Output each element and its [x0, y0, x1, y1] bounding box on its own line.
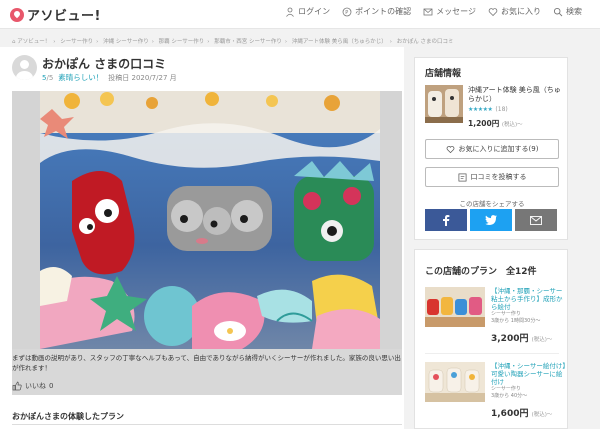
shop-price-value: 1,200円	[468, 119, 500, 128]
twitter-icon	[485, 215, 497, 225]
heart-plus-icon	[446, 145, 454, 153]
shop-info-heading: 店舗情報	[425, 69, 462, 79]
facebook-share-button[interactable]	[425, 209, 467, 231]
nav-messages-label: メッセージ	[436, 7, 476, 16]
plan-thumbnail	[425, 362, 485, 402]
plan-price-value: 3,200円	[491, 334, 529, 344]
nav-favorites[interactable]: お気に入り	[488, 6, 541, 17]
shop-price: 1,200円 (税込)～	[468, 118, 523, 129]
breadcrumb-item[interactable]: 那覇市・西宮 シーサー作り	[214, 39, 282, 45]
mail-icon	[423, 8, 433, 15]
nav-login[interactable]: ログイン	[285, 6, 330, 17]
review-panel: おかぽん さまの口コミ 5/5 素晴らしい！ 投稿日 2020/7/27 月 ま…	[0, 47, 404, 429]
plan-price: 3,200円 (税込)～	[491, 331, 552, 344]
breadcrumb-current: おかぽん さまの口コミ	[396, 39, 454, 45]
site-header: アソビュー! ログイン P ポイントの確認 メッセージ お気に入り 検索	[0, 0, 600, 29]
share-buttons	[425, 209, 557, 231]
like-count: 0	[49, 382, 54, 390]
add-favorite-label: お気に入りに追加する(9)	[458, 145, 539, 153]
nav-search[interactable]: 検索	[553, 6, 582, 17]
plan-price-value: 1,600円	[491, 409, 529, 419]
home-icon: ⌂	[12, 39, 16, 45]
logo-mark-icon	[10, 7, 24, 22]
review-meta: 5/5 素晴らしい！ 投稿日 2020/7/27 月	[42, 72, 177, 83]
twitter-share-button[interactable]	[470, 209, 512, 231]
review-edit-icon	[458, 173, 466, 181]
nav-search-label: 検索	[566, 7, 582, 16]
review-count: (18)	[495, 106, 508, 113]
nav-points-label: ポイントの確認	[355, 7, 412, 16]
share-label: この店舗をシェアする	[459, 200, 525, 208]
shop-plans-card: この店舗のプラン 全12件 【沖縄・那覇・シーサー粘土から手作り】成形から絵付 …	[414, 249, 568, 429]
user-avatar	[12, 55, 37, 80]
shop-price-note: (税込)～	[501, 122, 523, 128]
mail-share-button[interactable]	[515, 209, 557, 231]
experienced-plans-heading: おかぽんさまの体験したプラン	[12, 412, 124, 421]
plan-price: 1,600円 (税込)～	[491, 406, 552, 419]
plan-meta: 3歳から 40分～	[491, 393, 528, 399]
plan-thumbnail	[425, 287, 485, 327]
plan-sub: シーサー作り 3歳から 40分～	[491, 386, 567, 400]
plan-title[interactable]: 【沖縄・那覇・シーサー粘土から手作り】成形から絵付	[491, 287, 567, 311]
plan-card[interactable]: 【沖縄・那覇・シーサー粘土から手作り】成形から絵付 シーサー作り 3歳から 1時…	[425, 287, 565, 347]
facebook-icon	[443, 215, 450, 226]
add-favorite-button[interactable]: お気に入りに追加する(9)	[425, 139, 559, 159]
plan-title[interactable]: 【沖縄・シーサー絵付け】可愛い陶器シーサーに絵付け	[491, 362, 567, 386]
post-review-label: 口コミを投稿する	[470, 173, 527, 181]
rating-stars: ★★★★★	[468, 106, 493, 113]
logo-text: アソビュー!	[27, 9, 101, 24]
review-comment: まずは動画の説明があり、スタッフの丁寧なヘルプもあって、自由でありながら納得がい…	[12, 354, 401, 372]
plan-category: シーサー作り	[491, 386, 521, 392]
shop-thumbnail[interactable]	[425, 85, 463, 123]
person-icon	[286, 7, 294, 17]
shop-plans-heading: この店舗のプラン 全12件	[425, 267, 537, 277]
breadcrumb-item[interactable]: 沖縄アート体験 美ら風（ちゅらかじ）	[292, 39, 387, 45]
divider	[12, 424, 402, 425]
like-button[interactable]: いいね 0	[12, 381, 53, 391]
svg-text:P: P	[345, 10, 348, 16]
breadcrumb-item[interactable]: 那覇 シーサー作り	[159, 39, 205, 45]
post-review-button[interactable]: 口コミを投稿する	[425, 167, 559, 187]
shop-rating: ★★★★★ (18)	[468, 106, 508, 113]
review-verdict: 素晴らしい！	[58, 73, 104, 82]
review-score-denom: /5	[46, 73, 54, 82]
breadcrumb-item[interactable]: シーサー作り	[60, 39, 93, 45]
nav-login-label: ログイン	[298, 7, 331, 16]
breadcrumb-item[interactable]: 沖縄 シーサー作り	[103, 39, 149, 45]
divider	[425, 353, 559, 354]
heart-icon	[488, 7, 498, 16]
plan-photo-illustration	[425, 362, 485, 402]
plan-category: シーサー作り	[491, 311, 521, 317]
shop-photo-illustration	[425, 85, 463, 123]
shisa-photo-illustration	[12, 91, 402, 349]
review-photo[interactable]	[12, 91, 402, 395]
breadcrumb: ⌂ アソビュー！ › シーサー作り › 沖縄 シーサー作り › 那覇 シーサー作り › …	[12, 39, 454, 45]
review-date: 投稿日 2020/7/27 月	[108, 73, 177, 82]
search-icon	[553, 7, 563, 16]
shop-info-card: 店舗情報 沖縄アート体験 美ら風（ちゅらかじ） ★★★★★ (18) 1,200…	[414, 57, 568, 240]
plan-price-note: (税込)～	[531, 337, 553, 343]
envelope-icon	[530, 215, 542, 225]
nav-favorites-label: お気に入り	[501, 7, 541, 16]
like-label: いいね	[25, 382, 46, 390]
plan-photo-illustration	[425, 287, 485, 327]
site-logo[interactable]: アソビュー!	[10, 5, 101, 24]
plan-price-note: (税込)～	[531, 412, 553, 418]
shop-name[interactable]: 沖縄アート体験 美ら風（ちゅらかじ）	[468, 86, 564, 104]
point-icon: P	[342, 7, 352, 16]
nav-messages[interactable]: メッセージ	[423, 6, 476, 17]
plan-meta: 3歳から 1時間30分～	[491, 318, 541, 324]
plan-sub: シーサー作り 3歳から 1時間30分～	[491, 311, 567, 325]
breadcrumb-item[interactable]: アソビュー！	[17, 39, 50, 45]
plan-card[interactable]: 【沖縄・シーサー絵付け】可愛い陶器シーサーに絵付け シーサー作り 3歳から 40…	[425, 362, 567, 422]
thumbs-up-icon	[12, 381, 22, 391]
nav-points[interactable]: P ポイントの確認	[342, 6, 411, 17]
review-title: おかぽん さまの口コミ	[42, 57, 167, 71]
header-nav: ログイン P ポイントの確認 メッセージ お気に入り 検索	[285, 6, 582, 17]
